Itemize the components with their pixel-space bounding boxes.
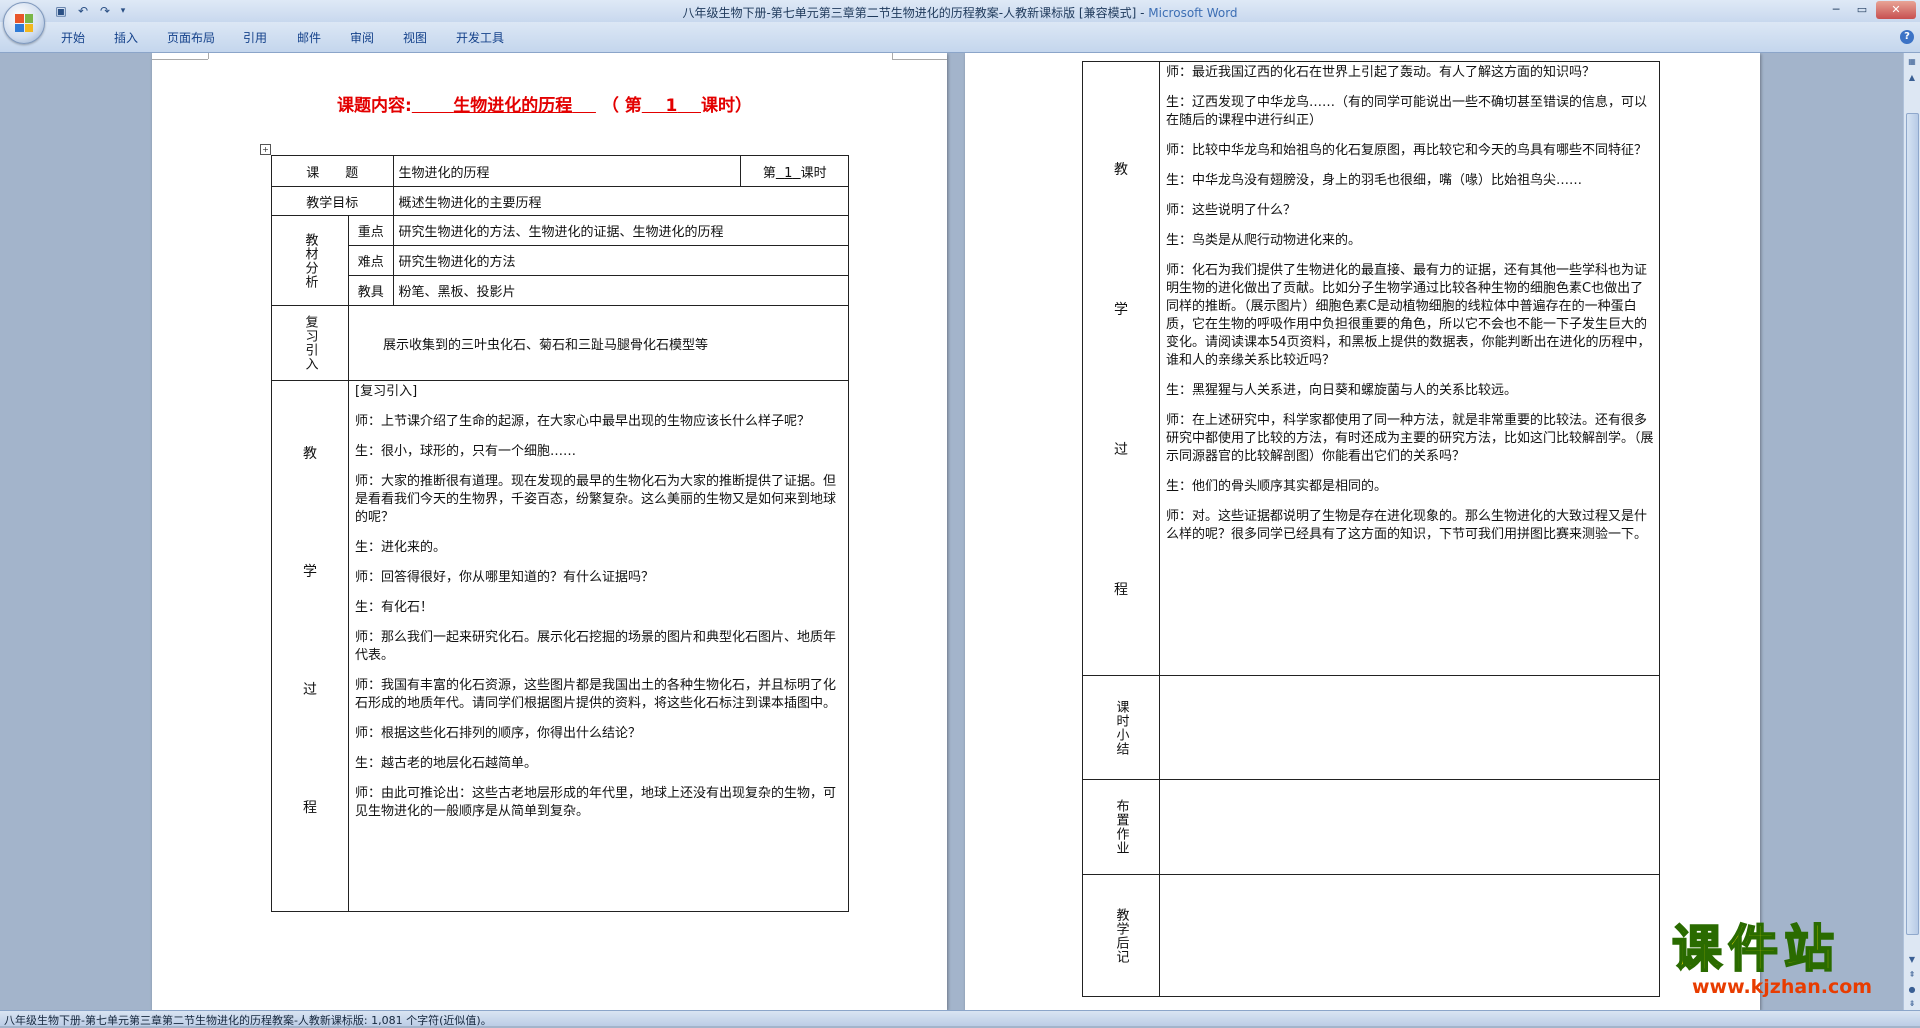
summary-value (1159, 675, 1660, 780)
document-workspace[interactable]: 课题内容: 生物进化的历程 （ 第 1 课时） + 课 题 生物进化的历程 第 … (0, 53, 1904, 1010)
ruler-toggle-icon[interactable]: ▦ (1905, 55, 1919, 69)
save-icon[interactable]: ▣ (52, 3, 70, 19)
process-line: 生：很小，球形的，只有一个细胞…… (355, 444, 577, 459)
difficulty-label: 难点 (348, 245, 394, 276)
topic-label: 课 题 (271, 155, 394, 187)
window-controls: ─ ▭ ✕ (1824, 1, 1916, 19)
summary-label: 课时小结 (1082, 675, 1160, 780)
goal-value: 概述生物进化的主要历程 (392, 186, 850, 216)
customize-qat-icon[interactable]: ▾ (118, 3, 128, 19)
process-line: [复习引入] (355, 384, 418, 399)
lesson-plan-table-continued: 教 学 过 程 师：最近我国辽西的化石在世界上引起了轰动。有人了解这方面的知识吗… (1082, 61, 1660, 997)
process-line: 师：我国有丰富的化石资源，这些图片都是我国出土的各种生物化石，并且标明了化石形成… (355, 678, 837, 711)
reflection-label: 教学后记 (1082, 874, 1160, 997)
process-line: 师：化石为我们提供了生物进化的最直接、最有力的证据，还有其他一些学科也为证明生物… (1166, 263, 1651, 368)
lesson-plan-table: 课 题 生物进化的历程 第 1 课时 教学目标 概述生物进化的主要历程 教材分析… (271, 155, 850, 912)
next-page-icon[interactable]: ⇟ (1905, 997, 1919, 1011)
review-label: 复习引入 (271, 305, 349, 381)
key-label: 重点 (348, 215, 394, 246)
select-browse-object-icon[interactable]: ● (1905, 983, 1919, 997)
process-line: 师：由此可推论出：这些古老地层形成的年代里，地球上还没有出现复杂的生物，可见生物… (355, 786, 837, 819)
process-line: 师：对。这些证据都说明了生物是存在进化现象的。那么生物进化的大致过程又是什么样的… (1166, 509, 1648, 542)
tab-insert[interactable]: 插入 (114, 29, 138, 46)
tools-label: 教具 (348, 275, 394, 306)
goal-label: 教学目标 (271, 186, 394, 216)
process-line: 师：大家的推断很有道理。现在发现的最早的生物化石为大家的推断提供了证据。但是看看… (355, 474, 837, 525)
minimize-icon[interactable]: ─ (1824, 1, 1848, 19)
tab-home[interactable]: 开始 (61, 29, 85, 46)
process-label: 教 学 过 程 (1082, 61, 1160, 676)
quick-access-toolbar: ▣ ↶ ↷ ▾ (52, 3, 128, 19)
process-line: 师：回答得很好，你从哪里知道的？有什么证据吗？ (355, 570, 655, 585)
process-line: 师：比较中华龙鸟和始祖鸟的化石复原图，再比较它和今天的鸟具有哪些不同特征？ (1166, 143, 1648, 158)
tab-view[interactable]: 视图 (403, 29, 427, 46)
analysis-label: 教材分析 (271, 215, 349, 306)
process-line: 师：最近我国辽西的化石在世界上引起了轰动。有人了解这方面的知识吗？ (1166, 65, 1596, 80)
process-line: 生：进化来的。 (355, 540, 447, 555)
previous-page-icon[interactable]: ⇞ (1905, 968, 1919, 982)
kjzhan-watermark-logo: 课件站 www.kjzhan.com (1671, 920, 1873, 998)
scroll-down-icon[interactable]: ▼ (1905, 953, 1919, 967)
tab-page-layout[interactable]: 页面布局 (167, 29, 215, 46)
topic-value: 生物进化的历程 (392, 155, 742, 187)
process-line: 生：黑猩猩与人关系进，向日葵和螺旋菌与人的关系比较远。 (1166, 383, 1518, 398)
close-icon[interactable]: ✕ (1876, 1, 1916, 19)
vertical-scrollbar[interactable]: ▦ ▲ ▼ ⇞ ● ⇟ (1903, 53, 1920, 1010)
process-line: 生：辽西发现了中华龙鸟……（有的同学可能说出一些不确切甚至错误的信息，可以在随后… (1166, 95, 1648, 128)
office-logo-icon (15, 14, 33, 32)
process-line: 师：那么我们一起来研究化石。展示化石挖掘的场景的图片和典型化石图片、地质年代表。 (355, 630, 837, 663)
lesson-number-cell: 第 1 课时 (740, 155, 849, 187)
difficulty-value: 研究生物进化的方法 (392, 245, 850, 276)
process-line: 生：有化石！ (355, 600, 434, 615)
process-content: [复习引入] 师：上节课介绍了生命的起源，在大家心中最早出现的生物应该长什么样子… (348, 380, 849, 912)
process-line: 师：上节课介绍了生命的起源，在大家心中最早出现的生物应该长什么样子呢？ (355, 414, 811, 429)
key-value: 研究生物进化的方法、生物进化的证据、生物进化的历程 (392, 215, 850, 246)
page-1: 课题内容: 生物进化的历程 （ 第 1 课时） + 课 题 生物进化的历程 第 … (152, 53, 947, 1010)
help-icon[interactable]: ? (1900, 30, 1914, 44)
title-bar: 八年级生物下册-第七单元第三章第二节生物进化的历程教案-人教新课标版 [兼容模式… (0, 0, 1920, 22)
process-line: 师：在上述研究中，科学家都使用了同一种方法，就是非常重要的比较法。还有很多研究中… (1166, 413, 1654, 464)
reflection-value (1159, 874, 1660, 997)
redo-icon[interactable]: ↷ (96, 3, 114, 19)
process-line: 生：他们的骨头顺序其实都是相同的。 (1166, 479, 1388, 494)
tab-developer[interactable]: 开发工具 (456, 29, 504, 46)
tab-review[interactable]: 审阅 (350, 29, 374, 46)
tab-mailings[interactable]: 邮件 (297, 29, 321, 46)
maximize-icon[interactable]: ▭ (1850, 1, 1874, 19)
table-move-handle-icon[interactable]: + (260, 144, 271, 155)
process-line: 生：越古老的地层化石越简单。 (355, 756, 538, 771)
homework-label: 布置作业 (1082, 779, 1160, 875)
ribbon-tabs: 开始 插入 页面布局 引用 邮件 审阅 视图 开发工具 ? (0, 22, 1920, 53)
office-button[interactable] (3, 2, 45, 44)
status-bar: 八年级生物下册-第七单元第三章第二节生物进化的历程教案-人教新课标版: 1,08… (0, 1010, 1920, 1027)
window-title: 八年级生物下册-第七单元第三章第二节生物进化的历程教案-人教新课标版 [兼容模式… (682, 6, 1238, 20)
process-line: 师：这些说明了什么？ (1166, 203, 1297, 218)
process-line: 师：根据这些化石排列的顺序，你得出什么结论？ (355, 726, 642, 741)
process-content: 师：最近我国辽西的化石在世界上引起了轰动。有人了解这方面的知识吗？ 生：辽西发现… (1159, 61, 1660, 676)
tab-references[interactable]: 引用 (243, 29, 267, 46)
lesson-header: 课题内容: 生物进化的历程 （ 第 1 课时） (337, 96, 752, 116)
scrollbar-thumb[interactable] (1906, 113, 1919, 935)
process-label: 教 学 过 程 (271, 380, 349, 912)
scroll-up-icon[interactable]: ▲ (1905, 71, 1919, 85)
process-line: 生：鸟类是从爬行动物进化来的。 (1166, 233, 1362, 248)
review-value: 展示收集到的三叶虫化石、菊石和三趾马腿骨化石模型等 (348, 305, 849, 381)
homework-value (1159, 779, 1660, 875)
undo-icon[interactable]: ↶ (74, 3, 92, 19)
tools-value: 粉笔、黑板、投影片 (392, 275, 850, 306)
process-line: 生：中华龙鸟没有翅膀没，身上的羽毛也很细，嘴（喙）比始祖鸟尖…… (1166, 173, 1583, 188)
page-2: 教 学 过 程 师：最近我国辽西的化石在世界上引起了轰动。有人了解这方面的知识吗… (965, 53, 1760, 1010)
status-text: 八年级生物下册-第七单元第三章第二节生物进化的历程教案-人教新课标版: 1,08… (4, 1014, 492, 1027)
